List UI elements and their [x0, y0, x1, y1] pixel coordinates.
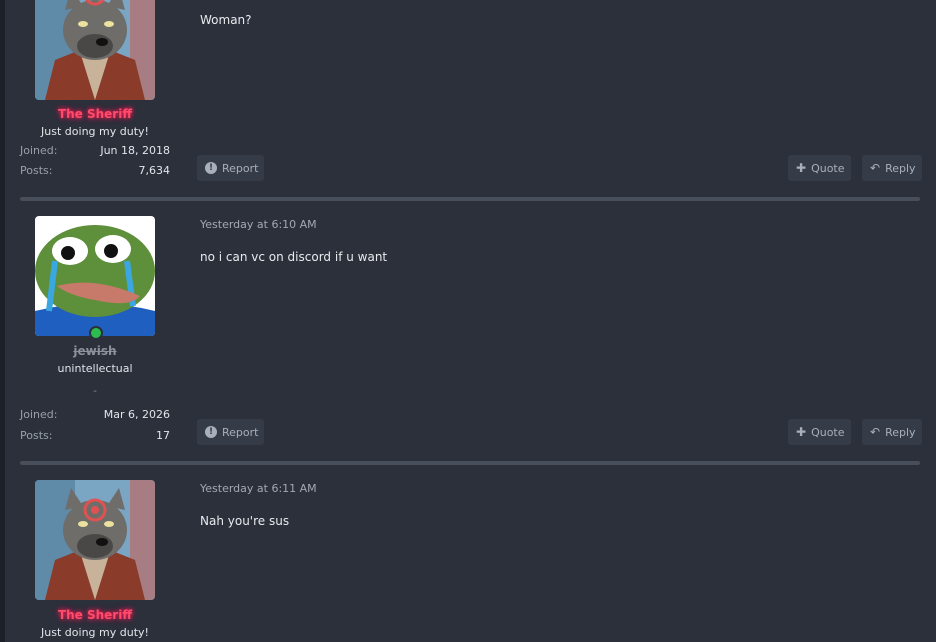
message-body: no i can vc on discord if u want — [200, 250, 388, 264]
quote-label: Quote — [811, 161, 845, 175]
report-label: Report — [222, 425, 259, 439]
post-divider — [20, 461, 920, 465]
posts-label: Posts: — [20, 164, 53, 177]
posts-stat: Posts: 7,634 — [20, 164, 170, 177]
reply-button[interactable]: ↶ Reply — [862, 155, 922, 181]
posts-value: 17 — [156, 429, 170, 442]
username[interactable]: jewish — [20, 344, 170, 358]
plus-icon: ✚ — [796, 425, 807, 439]
online-indicator — [89, 326, 103, 340]
message-body: Woman? — [200, 13, 252, 27]
report-button[interactable]: ! Report — [197, 419, 265, 445]
avatar-jewish[interactable] — [35, 216, 155, 336]
joined-value: Jun 18, 2018 — [100, 144, 170, 157]
username[interactable]: The Sheriff — [20, 107, 170, 121]
joined-label: Joined: — [20, 144, 58, 157]
quote-label: Quote — [811, 425, 845, 439]
message-date[interactable]: Yesterday at 6:11 AM — [200, 482, 317, 495]
posts-value: 7,634 — [138, 164, 171, 177]
message-body: Nah you're sus — [200, 514, 290, 528]
quote-button[interactable]: ✚ Quote — [788, 155, 851, 181]
post-divider — [20, 197, 920, 201]
report-button[interactable]: ! Report — [197, 155, 265, 181]
post-3: The Sheriff Just doing my duty! Yesterda… — [20, 480, 923, 642]
wolf-sheriff-avatar-image — [35, 480, 155, 600]
user-title: Just doing my duty! — [41, 626, 149, 639]
user-title: unintellectual — [57, 362, 133, 375]
wolf-sheriff-avatar-image — [35, 0, 155, 100]
message-date[interactable]: Yesterday at 6:10 AM — [200, 218, 317, 231]
joined-value: Mar 6, 2026 — [103, 408, 170, 421]
joined-stat: Joined: Mar 6, 2026 — [20, 408, 170, 421]
report-label: Report — [222, 161, 259, 175]
crying-frog-avatar-image — [35, 216, 155, 336]
user-title: Just doing my duty! — [41, 125, 149, 138]
username[interactable]: The Sheriff — [20, 608, 170, 622]
posts-stat: Posts: 17 — [20, 429, 170, 442]
reply-label: Reply — [885, 161, 916, 175]
plus-icon: ✚ — [796, 161, 807, 175]
reply-label: Reply — [885, 425, 916, 439]
user-banner-dash: - — [93, 386, 97, 397]
exclamation-circle-icon: ! — [205, 162, 217, 174]
post-1: The Sheriff Just doing my duty! Joined: … — [20, 0, 923, 195]
joined-label: Joined: — [20, 408, 58, 421]
post-2: jewish unintellectual - Joined: Mar 6, 2… — [20, 216, 923, 456]
thread-container: The Sheriff Just doing my duty! Joined: … — [5, 0, 936, 642]
reply-arrow-icon: ↶ — [870, 161, 881, 175]
avatar-sheriff[interactable] — [35, 480, 155, 600]
avatar-sheriff[interactable] — [35, 0, 155, 100]
reply-arrow-icon: ↶ — [870, 425, 881, 439]
reply-button[interactable]: ↶ Reply — [862, 419, 922, 445]
exclamation-circle-icon: ! — [205, 426, 217, 438]
quote-button[interactable]: ✚ Quote — [788, 419, 851, 445]
posts-label: Posts: — [20, 429, 53, 442]
joined-stat: Joined: Jun 18, 2018 — [20, 144, 170, 157]
